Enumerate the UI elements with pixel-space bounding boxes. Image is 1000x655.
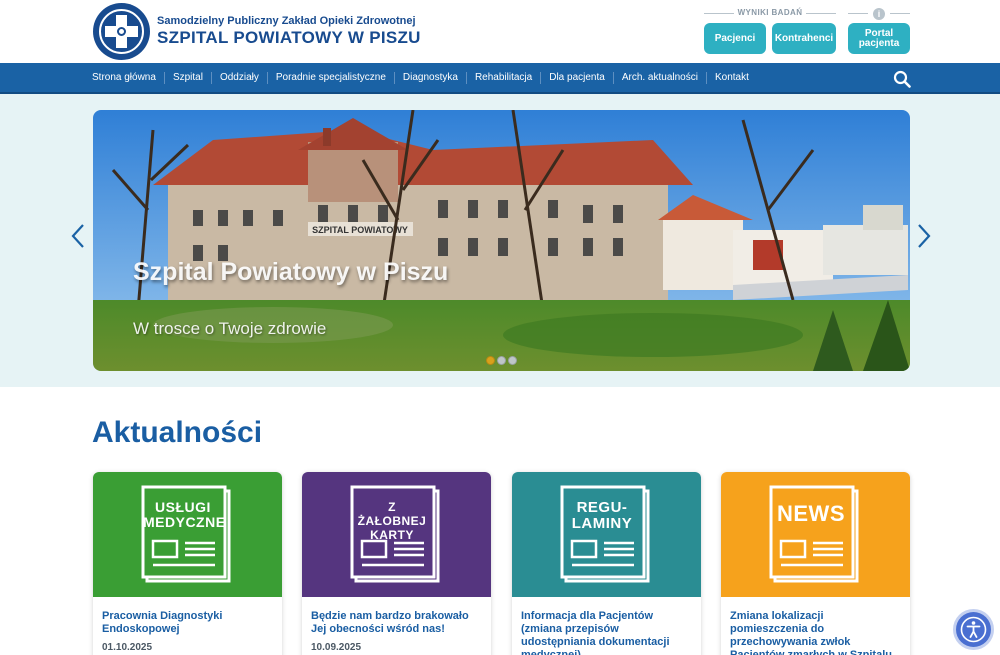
slide-caption: Szpital Powiatowy w Piszu xyxy=(133,258,449,286)
news-card[interactable]: USŁUGI MEDYCZNE Pracownia Diagnostyki En… xyxy=(93,472,282,655)
news-card[interactable]: Z ŻAŁOBNEJ KARTY Będzie nam bardzo brako… xyxy=(302,472,491,655)
card-category: NEWS xyxy=(777,501,845,526)
news-heading: Aktualności xyxy=(92,416,263,449)
main-navigation: Strona główna Szpital Oddziały Poradnie … xyxy=(0,63,1000,94)
nav-item-news-archive[interactable]: Arch. aktualności xyxy=(612,72,706,84)
newspaper-icon xyxy=(769,485,859,583)
logo-emblem xyxy=(117,27,126,36)
contractors-button[interactable]: Kontrahenci xyxy=(772,23,836,54)
accessibility-icon xyxy=(960,616,987,643)
slider-dot[interactable] xyxy=(486,356,495,365)
news-card[interactable]: REGU- LAMINY Informacja dla Pacjentów (z… xyxy=(512,472,701,655)
card-title[interactable]: Będzie nam bardzo brakowało Jej obecnośc… xyxy=(311,610,483,636)
news-card-image: USŁUGI MEDYCZNE xyxy=(93,472,282,597)
nav-item-hospital[interactable]: Szpital xyxy=(163,72,211,84)
search-icon[interactable] xyxy=(893,70,911,88)
slide-subcaption: W trosce o Twoje zdrowie xyxy=(133,319,327,338)
slider-dot[interactable] xyxy=(508,356,517,365)
nav-item-clinics[interactable]: Poradnie specjalistyczne xyxy=(266,72,394,84)
news-card[interactable]: NEWS Zmiana lokalizacji pomieszczenia do… xyxy=(721,472,910,655)
nav-item-diagnostics[interactable]: Diagnostyka xyxy=(393,72,466,84)
hospital-name[interactable]: SZPITAL POWIATOWY W PISZU xyxy=(157,28,421,48)
nav-item-rehabilitation[interactable]: Rehabilitacja xyxy=(465,72,540,84)
org-line: Samodzielny Publiczny Zakład Opieki Zdro… xyxy=(157,15,416,27)
accessibility-button[interactable] xyxy=(956,612,991,647)
news-card-image: REGU- LAMINY xyxy=(512,472,701,597)
info-icon: i xyxy=(873,8,885,20)
chevron-right-icon[interactable] xyxy=(916,222,932,250)
news-card-image: NEWS xyxy=(721,472,910,597)
card-category: REGU- LAMINY xyxy=(571,499,633,532)
divider xyxy=(848,13,868,14)
site-header: Samodzielny Publiczny Zakład Opieki Zdro… xyxy=(0,0,1000,63)
nav-item-home[interactable]: Strona główna xyxy=(92,72,164,84)
news-card-image: Z ŻAŁOBNEJ KARTY xyxy=(302,472,491,597)
divider xyxy=(806,13,836,14)
patient-portal-button[interactable]: Portal pacjenta xyxy=(848,23,910,54)
chevron-left-icon[interactable] xyxy=(70,222,86,250)
nav-item-contact[interactable]: Kontakt xyxy=(705,72,757,84)
nav-item-departments[interactable]: Oddziały xyxy=(210,72,267,84)
card-category: Z ŻAŁOBNEJ KARTY xyxy=(357,500,427,542)
card-date: 01.10.2025 xyxy=(102,642,153,653)
card-title[interactable]: Informacja dla Pacjentów (zmiana przepis… xyxy=(521,610,693,655)
slider-dot[interactable] xyxy=(497,356,506,365)
divider xyxy=(890,13,910,14)
card-title[interactable]: Pracownia Diagnostyki Endoskopowej xyxy=(102,610,274,636)
card-title[interactable]: Zmiana lokalizacji pomieszczenia do prze… xyxy=(730,610,902,655)
nav-item-for-patient[interactable]: Dla pacjenta xyxy=(540,72,613,84)
card-date: 10.09.2025 xyxy=(311,642,362,653)
card-category: USŁUGI MEDYCZNE xyxy=(143,499,226,530)
hospital-logo[interactable] xyxy=(93,3,150,60)
hero-slider[interactable]: SZPITAL POWIATOWY Szpital Powiatowy w Pi… xyxy=(93,110,910,371)
slider-pagination xyxy=(486,356,517,365)
patients-button[interactable]: Pacjenci xyxy=(704,23,766,54)
